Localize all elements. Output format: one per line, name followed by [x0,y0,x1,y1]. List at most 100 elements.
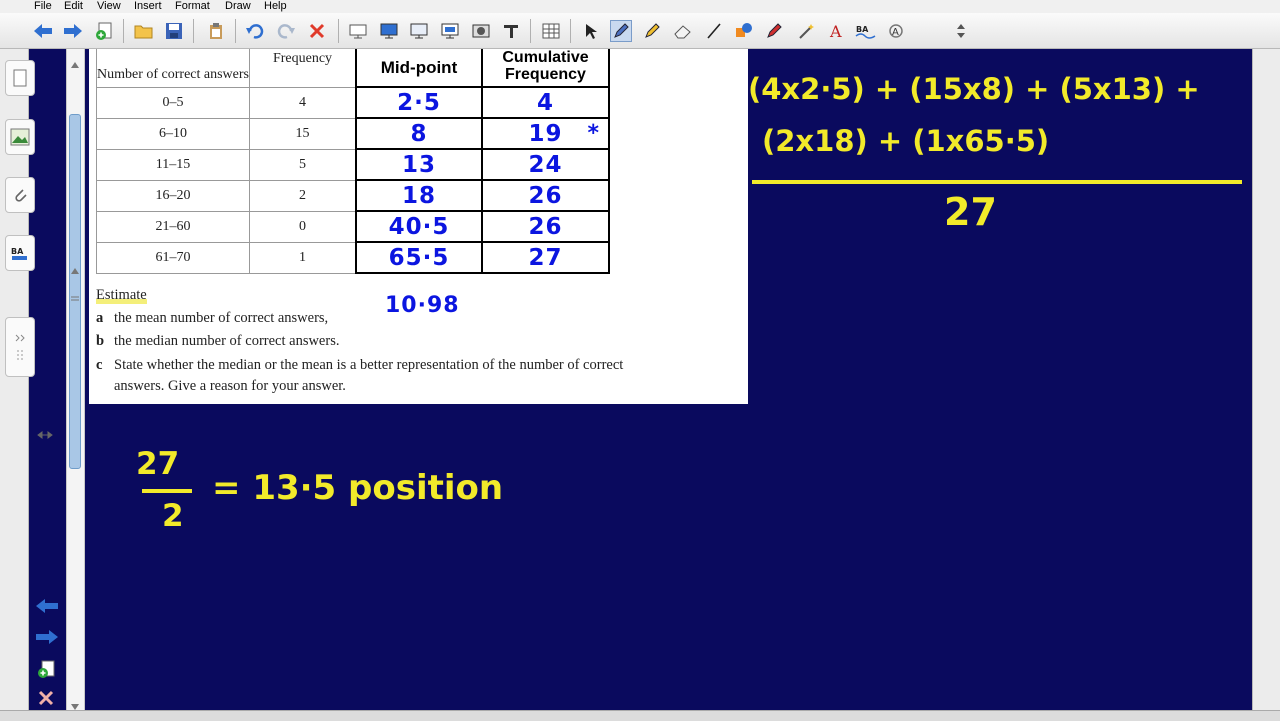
cell-range: 11–15 [96,149,250,181]
mean-answer-annotation: 10·98 [385,293,460,318]
cell-range: 6–10 [96,118,250,150]
redo-icon[interactable] [275,20,297,42]
question-c-label: c [96,357,103,373]
cell-cumulative: 24 [482,149,610,181]
menu-help[interactable]: Help [264,0,287,13]
cell-midpoint: 8 [356,118,483,150]
table-row: 16–20 2 18 26 [96,180,610,212]
attachments-icon[interactable] [5,177,35,213]
table-icon[interactable] [540,20,562,42]
properties-icon[interactable]: BA [5,235,35,271]
gallery-icon[interactable] [5,119,35,155]
scroll-grip-icon [71,289,79,307]
menu-insert[interactable]: Insert [134,0,162,13]
star-annotation: * [587,121,600,146]
full-screen-icon[interactable] [378,20,400,42]
paste-icon[interactable] [205,20,227,42]
question-a-text: the mean number of correct answers, [114,310,329,326]
monitor-icon[interactable] [439,20,461,42]
next-page-icon[interactable] [34,628,60,651]
header-cumulative-frequency: Cumulative Frequency [482,49,610,88]
status-bar [0,710,1280,721]
right-edge-panel [1252,49,1280,720]
cell-cumulative: 26 [482,211,610,243]
median-denominator: 2 [162,498,184,534]
vertical-scrollbar[interactable] [66,49,85,710]
sidebar-collapse-handle[interactable] [5,317,35,377]
handwriting-recognition-icon[interactable]: BA [855,20,877,42]
cell-range: 16–20 [96,180,250,212]
cell-cumulative: 19 * [482,118,610,150]
header-mid-point: Mid-point [356,49,483,88]
delete-page-icon[interactable] [37,689,55,712]
creative-pen-icon[interactable] [641,20,663,42]
toolbar-move-icon[interactable] [950,20,972,42]
median-fraction-bar [142,489,192,493]
undo-icon[interactable] [244,20,266,42]
page-sorter-icon[interactable] [5,60,35,96]
display-icon[interactable] [408,20,430,42]
line-icon[interactable] [703,20,725,42]
header-correct-answers: Number of correct answers [96,49,250,88]
cell-range: 61–70 [96,242,250,274]
menu-file[interactable]: File [34,0,52,13]
toolbar: A BA A [0,13,1280,49]
measurement-tools-icon[interactable]: A [886,20,908,42]
shapes-icon[interactable] [733,20,755,42]
cell-frequency: 1 [249,242,357,274]
eraser-icon[interactable] [672,20,694,42]
open-folder-icon[interactable] [133,20,155,42]
pen-icon[interactable] [610,20,632,42]
question-a: a the mean number of correct answers, [96,310,328,327]
fill-icon[interactable] [764,20,786,42]
menu-view[interactable]: View [97,0,121,13]
select-pointer-icon[interactable] [580,20,602,42]
back-arrow-icon[interactable] [32,20,54,42]
menu-bar: File Edit View Insert Format Draw Help [0,0,1280,13]
cell-frequency: 4 [249,87,357,119]
mean-fraction-bar [752,180,1242,184]
estimate-heading: Estimate [96,287,147,304]
question-b-text: the median number of correct answers. [114,333,340,349]
cell-frequency: 5 [249,149,357,181]
scroll-up-icon[interactable] [71,55,79,73]
table-row: 6–10 15 8 19 * [96,118,610,150]
delete-icon[interactable] [306,20,328,42]
svg-text:BA: BA [11,247,24,256]
tools-icon[interactable] [500,20,522,42]
capture-icon[interactable] [470,20,492,42]
cell-midpoint: 65·5 [356,242,483,274]
question-c-text: State whether the median or the mean is … [114,357,624,373]
cell-frequency: 15 [249,118,357,150]
menu-edit[interactable]: Edit [64,0,83,13]
svg-text:A: A [892,27,899,38]
question-c-continuation: answers. Give a reason for your answer. [114,378,346,394]
cell-cumulative: 26 [482,180,610,212]
add-page-icon[interactable] [93,20,115,42]
side-panel: BA [0,49,58,720]
question-b-label: b [96,333,105,349]
previous-page-icon[interactable] [34,597,60,620]
cell-cumulative: 4 [482,87,610,119]
table-row: 11–15 5 13 24 [96,149,610,181]
magic-pen-icon[interactable] [795,20,817,42]
cell-frequency: 2 [249,180,357,212]
cell-range: 0–5 [96,87,250,119]
question-a-label: a [96,310,104,326]
median-position-text: = 13·5 position [212,468,504,508]
cell-cumulative-value: 19 [528,120,563,147]
forward-arrow-icon[interactable] [62,20,84,42]
mean-denominator: 27 [944,190,997,234]
text-icon[interactable]: A [825,20,847,42]
mean-working-line-2: (2x18) + (1x65·5) [762,124,1050,158]
cell-midpoint: 18 [356,180,483,212]
menu-draw[interactable]: Draw [225,0,251,13]
scroll-marker-icon [71,261,79,279]
table-row: 0–5 4 2·5 4 [96,87,610,119]
cell-range: 21–60 [96,211,250,243]
menu-format[interactable]: Format [175,0,210,13]
save-icon[interactable] [163,20,185,42]
add-page-side-icon[interactable] [36,659,56,684]
resize-arrows-icon[interactable] [37,427,53,445]
screen-shade-icon[interactable] [347,20,369,42]
